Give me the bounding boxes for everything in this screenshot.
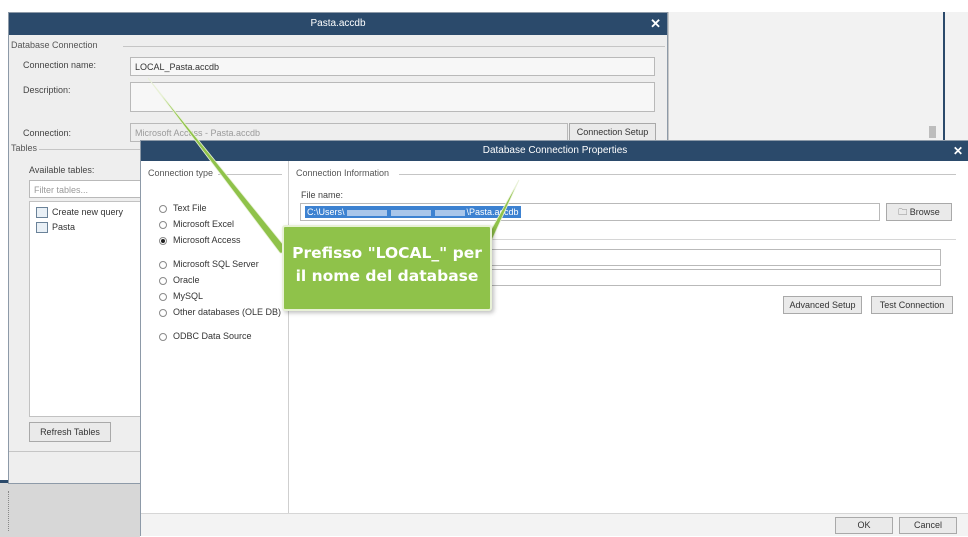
annotation-callout: Prefisso "LOCAL_" per il nome del databa… (282, 225, 492, 311)
callout-line-1: Prefisso "LOCAL_" per (292, 244, 482, 262)
callout-line-2: il nome del database (295, 267, 479, 285)
callout-pointer-left (147, 77, 291, 254)
